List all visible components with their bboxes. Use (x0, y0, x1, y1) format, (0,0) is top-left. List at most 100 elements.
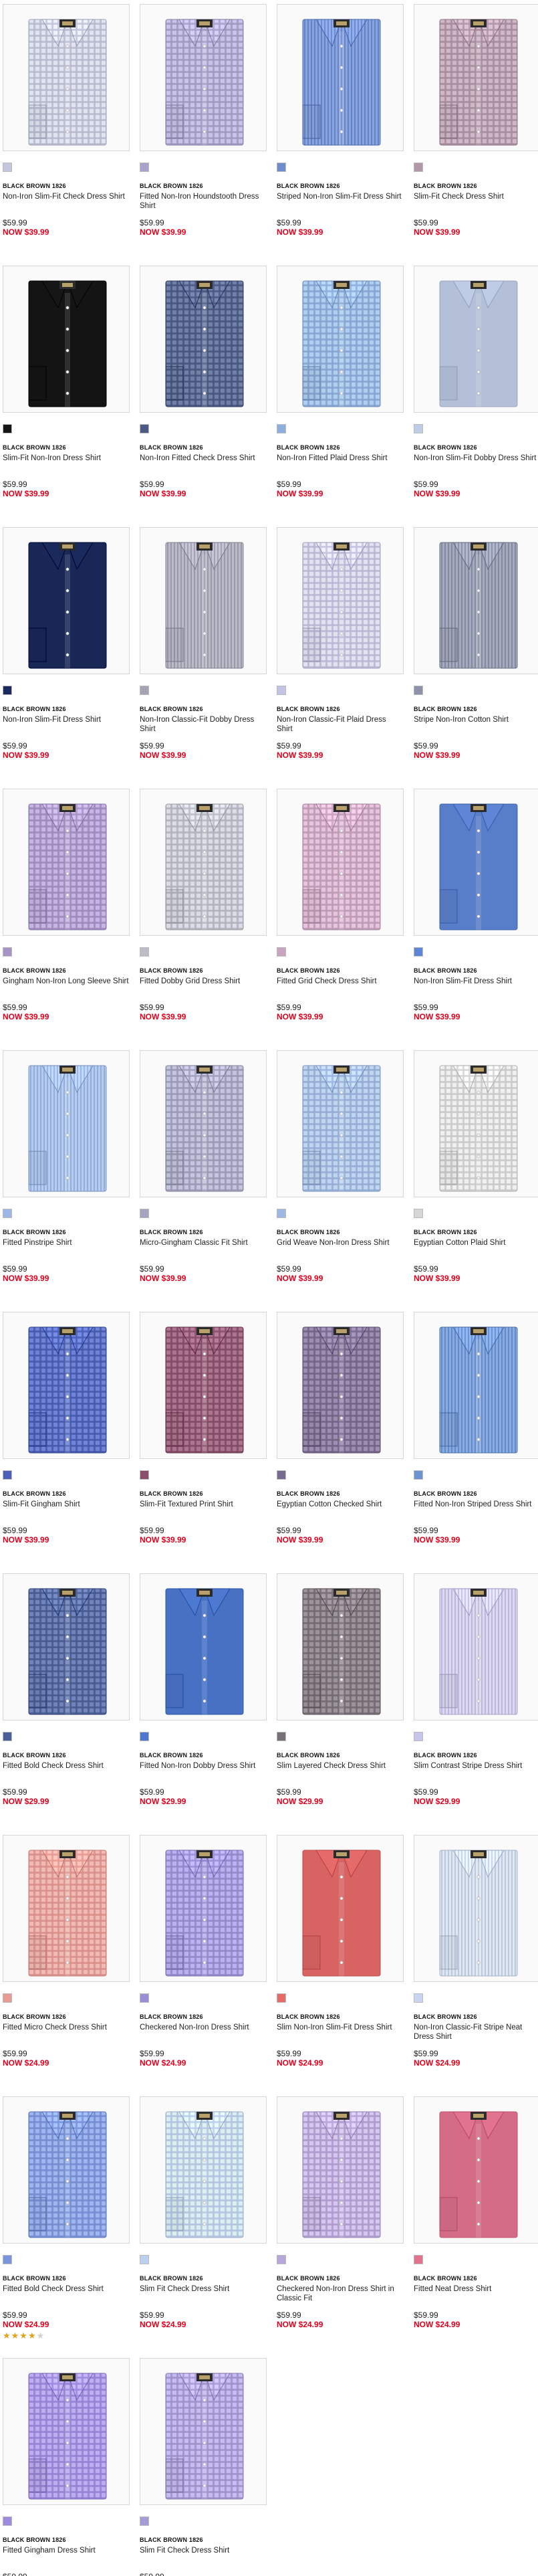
product-card[interactable]: BLACK BROWN 1826 Fitted Bold Check Dress … (3, 2096, 130, 2341)
product-card[interactable]: BLACK BROWN 1826 Slim Contrast Stripe Dre… (414, 1573, 538, 1806)
product-image[interactable] (3, 789, 130, 936)
product-name[interactable]: Grid Weave Non-Iron Dress Shirt (277, 1238, 404, 1248)
product-image[interactable] (414, 789, 538, 936)
product-card[interactable]: BLACK BROWN 1826 Non-Iron Slim-Fit Dress … (414, 789, 538, 1021)
color-swatch[interactable] (3, 2516, 12, 2526)
product-name[interactable]: Slim-Fit Check Dress Shirt (414, 192, 538, 201)
product-card[interactable]: BLACK BROWN 1826 Fitted Non-Iron Houndsto… (140, 4, 267, 237)
product-image[interactable] (140, 4, 267, 151)
product-image[interactable] (140, 2096, 267, 2244)
product-card[interactable]: BLACK BROWN 1826 Non-Iron Fitted Check Dr… (140, 266, 267, 498)
color-swatch[interactable] (414, 1470, 423, 1480)
product-card[interactable]: BLACK BROWN 1826 Non-Iron Slim-Fit Check … (3, 4, 130, 237)
product-name[interactable]: Non-Iron Classic-Fit Stripe Neat Dress S… (414, 2023, 538, 2042)
product-card[interactable]: BLACK BROWN 1826 Non-Iron Classic-Fit Pla… (277, 527, 404, 760)
product-card[interactable]: BLACK BROWN 1826 Fitted Bold Check Dress … (3, 1573, 130, 1806)
product-card[interactable]: BLACK BROWN 1826 Slim-Fit Non-Iron Dress … (3, 266, 130, 498)
product-card[interactable]: BLACK BROWN 1826 Striped Non-Iron Slim-Fi… (277, 4, 404, 237)
product-card[interactable]: BLACK BROWN 1826 Slim Fit Check Dress Shi… (140, 2096, 267, 2329)
color-swatch[interactable] (277, 1993, 286, 2003)
product-name[interactable]: Non-Iron Classic-Fit Dobby Dress Shirt (140, 715, 267, 734)
color-swatch[interactable] (3, 163, 12, 172)
product-card[interactable]: BLACK BROWN 1826 Fitted Gingham Dress Shi… (3, 2358, 130, 2576)
product-image[interactable] (414, 266, 538, 413)
product-image[interactable] (277, 4, 404, 151)
product-image[interactable] (140, 1050, 267, 1197)
product-name[interactable]: Slim-Fit Textured Print Shirt (140, 1500, 267, 1509)
color-swatch[interactable] (140, 2516, 149, 2526)
product-card[interactable]: BLACK BROWN 1826 Fitted Pinstripe Shirt $5… (3, 1050, 130, 1283)
product-card[interactable]: BLACK BROWN 1826 Micro-Gingham Classic Fi… (140, 1050, 267, 1283)
product-image[interactable] (140, 2358, 267, 2505)
product-image[interactable] (414, 1835, 538, 1982)
color-swatch[interactable] (277, 1732, 286, 1741)
product-card[interactable]: BLACK BROWN 1826 Non-Iron Slim-Fit Dobby … (414, 266, 538, 498)
product-image[interactable] (414, 527, 538, 674)
color-swatch[interactable] (140, 1209, 149, 1218)
product-image[interactable] (3, 527, 130, 674)
product-card[interactable]: BLACK BROWN 1826 Fitted Dobby Grid Dress … (140, 789, 267, 1021)
product-image[interactable] (140, 266, 267, 413)
product-card[interactable]: BLACK BROWN 1826 Gingham Non-Iron Long Sl… (3, 789, 130, 1021)
color-swatch[interactable] (277, 1209, 286, 1218)
product-card[interactable]: BLACK BROWN 1826 Fitted Grid Check Dress … (277, 789, 404, 1021)
color-swatch[interactable] (414, 686, 423, 695)
product-image[interactable] (3, 1835, 130, 1982)
product-name[interactable]: Fitted Non-Iron Dobby Dress Shirt (140, 1761, 267, 1771)
product-image[interactable] (414, 4, 538, 151)
product-card[interactable]: BLACK BROWN 1826 Checkered Non-Iron Dress… (140, 1835, 267, 2068)
product-card[interactable]: BLACK BROWN 1826 Non-Iron Classic-Fit Dob… (140, 527, 267, 760)
color-swatch[interactable] (140, 2255, 149, 2264)
product-image[interactable] (3, 1050, 130, 1197)
color-swatch[interactable] (140, 424, 149, 433)
product-name[interactable]: Fitted Grid Check Dress Shirt (277, 977, 404, 986)
product-name[interactable]: Stripe Non-Iron Cotton Shirt (414, 715, 538, 724)
product-image[interactable] (140, 1312, 267, 1459)
product-name[interactable]: Non-Iron Fitted Check Dress Shirt (140, 454, 267, 463)
color-swatch[interactable] (3, 1470, 12, 1480)
product-name[interactable]: Non-Iron Slim-Fit Check Dress Shirt (3, 192, 130, 201)
product-name[interactable]: Checkered Non-Iron Dress Shirt in Classi… (277, 2284, 404, 2303)
product-card[interactable]: BLACK BROWN 1826 Slim Non-Iron Slim-Fit D… (277, 1835, 404, 2068)
product-image[interactable] (414, 1573, 538, 1720)
color-swatch[interactable] (140, 1732, 149, 1741)
product-image[interactable] (277, 1573, 404, 1720)
product-card[interactable]: BLACK BROWN 1826 Slim Layered Check Dress… (277, 1573, 404, 1806)
product-card[interactable]: BLACK BROWN 1826 Slim Fit Check Dress Shi… (140, 2358, 267, 2576)
product-name[interactable]: Non-Iron Slim-Fit Dress Shirt (414, 977, 538, 986)
product-name[interactable]: Slim Fit Check Dress Shirt (140, 2546, 267, 2555)
product-image[interactable] (277, 2096, 404, 2244)
product-name[interactable]: Slim Non-Iron Slim-Fit Dress Shirt (277, 2023, 404, 2032)
product-name[interactable]: Fitted Gingham Dress Shirt (3, 2546, 130, 2555)
color-swatch[interactable] (277, 1470, 286, 1480)
color-swatch[interactable] (140, 686, 149, 695)
color-swatch[interactable] (414, 1209, 423, 1218)
color-swatch[interactable] (414, 163, 423, 172)
color-swatch[interactable] (414, 1993, 423, 2003)
product-image[interactable] (3, 4, 130, 151)
color-swatch[interactable] (3, 2255, 12, 2264)
product-card[interactable]: BLACK BROWN 1826 Egyptian Cotton Checked … (277, 1312, 404, 1545)
product-card[interactable]: BLACK BROWN 1826 Non-Iron Fitted Plaid Dr… (277, 266, 404, 498)
product-card[interactable]: BLACK BROWN 1826 Grid Weave Non-Iron Dres… (277, 1050, 404, 1283)
product-card[interactable]: BLACK BROWN 1826 Fitted Non-Iron Dobby Dr… (140, 1573, 267, 1806)
color-swatch[interactable] (3, 947, 12, 957)
product-card[interactable]: BLACK BROWN 1826 Stripe Non-Iron Cotton S… (414, 527, 538, 760)
color-swatch[interactable] (277, 947, 286, 957)
product-image[interactable] (277, 527, 404, 674)
product-image[interactable] (277, 266, 404, 413)
product-image[interactable] (3, 2096, 130, 2244)
product-name[interactable]: Slim Contrast Stripe Dress Shirt (414, 1761, 538, 1771)
color-swatch[interactable] (277, 163, 286, 172)
product-card[interactable]: BLACK BROWN 1826 Slim-Fit Gingham Shirt $5… (3, 1312, 130, 1545)
product-card[interactable]: BLACK BROWN 1826 Egyptian Cotton Plaid Sh… (414, 1050, 538, 1283)
product-card[interactable]: BLACK BROWN 1826 Non-Iron Classic-Fit Str… (414, 1835, 538, 2068)
product-image[interactable] (140, 1573, 267, 1720)
product-image[interactable] (3, 1312, 130, 1459)
product-card[interactable]: BLACK BROWN 1826 Non-Iron Slim-Fit Dress … (3, 527, 130, 760)
product-name[interactable]: Fitted Bold Check Dress Shirt (3, 1761, 130, 1771)
product-name[interactable]: Non-Iron Fitted Plaid Dress Shirt (277, 454, 404, 463)
product-name[interactable]: Micro-Gingham Classic Fit Shirt (140, 1238, 267, 1248)
product-name[interactable]: Checkered Non-Iron Dress Shirt (140, 2023, 267, 2032)
color-swatch[interactable] (3, 1732, 12, 1741)
